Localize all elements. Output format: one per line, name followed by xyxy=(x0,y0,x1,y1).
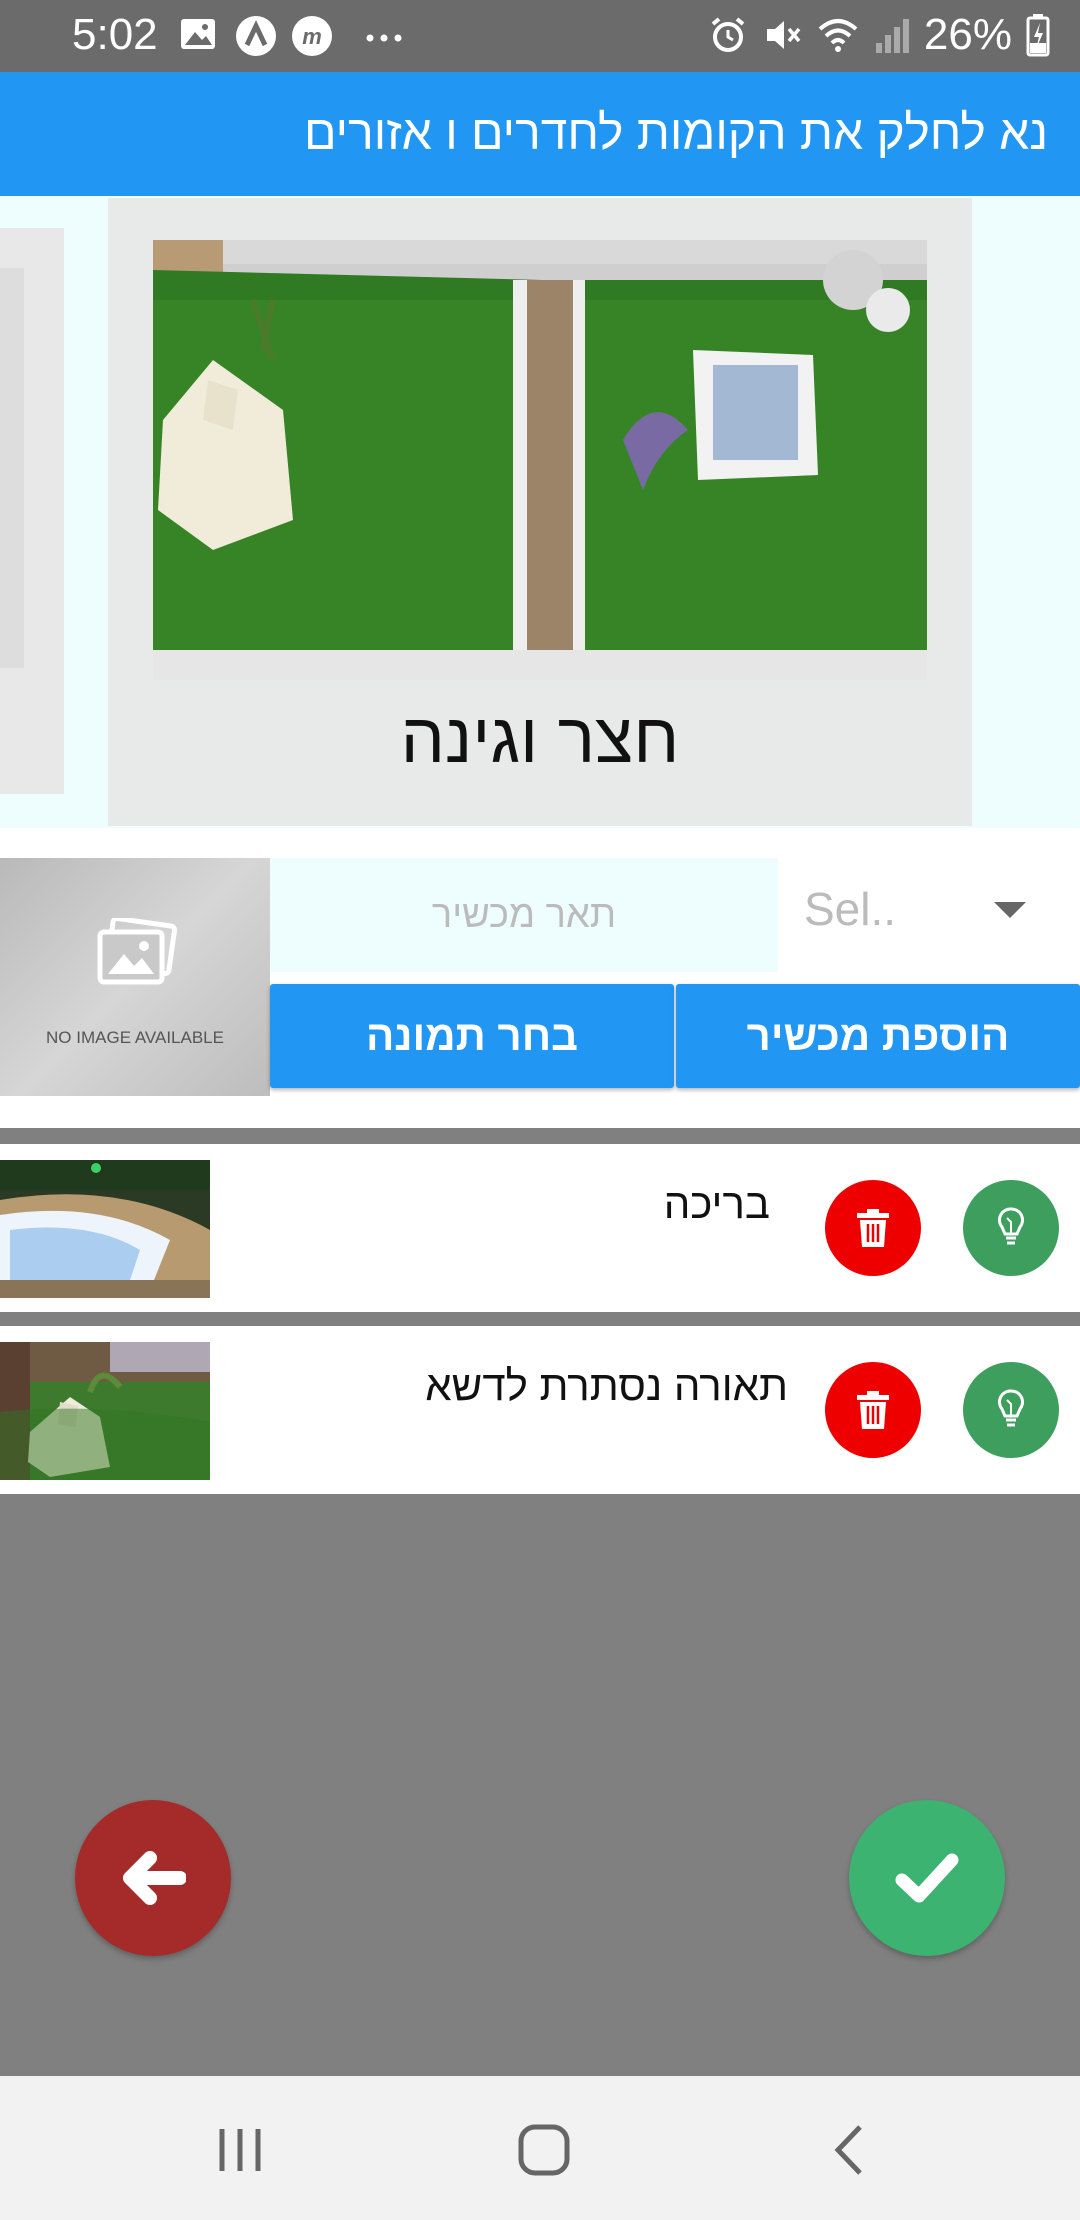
room-image xyxy=(153,240,927,680)
toggle-light-button[interactable] xyxy=(963,1180,1059,1276)
system-nav-bar xyxy=(0,2076,1080,2220)
signal-icon xyxy=(875,19,909,53)
recent-apps-icon xyxy=(219,2129,261,2171)
toggle-light-button[interactable] xyxy=(963,1362,1059,1458)
battery-percent: 26% xyxy=(923,10,1012,59)
chevron-down-icon xyxy=(994,902,1026,918)
device-image xyxy=(0,1160,210,1298)
trash-icon xyxy=(857,1209,889,1247)
status-time: 5:02 xyxy=(72,10,158,59)
add-device-button[interactable]: הוספת מכשיר xyxy=(676,984,1080,1088)
alarm-icon xyxy=(711,17,745,52)
room-carousel[interactable]: חצר וגינה xyxy=(0,196,1080,828)
status-bar: 5:02 m 26% xyxy=(0,0,1080,72)
device-type-select[interactable]: Sel.. xyxy=(778,858,1080,958)
delete-device-button[interactable] xyxy=(825,1362,921,1458)
svg-text:m: m xyxy=(302,24,322,49)
app-bar: נא לחלק את הקומות לחדרים ו אזורים xyxy=(0,72,1080,196)
lightbulb-icon xyxy=(997,1389,1025,1427)
device-row: בריכה xyxy=(0,1144,1080,1312)
trash-icon xyxy=(857,1391,889,1429)
nav-back-button[interactable] xyxy=(820,2120,880,2180)
delete-device-button[interactable] xyxy=(825,1180,921,1276)
lightbulb-icon xyxy=(997,1207,1025,1245)
more-icon xyxy=(366,34,402,42)
arrow-left-icon xyxy=(123,1851,186,1905)
previous-room-card[interactable] xyxy=(0,228,64,794)
divider xyxy=(0,1130,1080,1144)
no-image-caption: NO IMAGE AVAILABLE xyxy=(46,1028,224,1047)
wifi-icon xyxy=(818,19,858,52)
recent-apps-button[interactable] xyxy=(210,2120,270,2180)
confirm-button[interactable] xyxy=(849,1800,1005,1956)
device-image-placeholder: NO IMAGE AVAILABLE xyxy=(0,858,270,1096)
nav-back-icon xyxy=(834,2125,862,2175)
divider xyxy=(0,1312,1080,1326)
back-button[interactable] xyxy=(75,1800,231,1956)
a-icon xyxy=(236,16,276,56)
mute-icon xyxy=(766,21,801,49)
pick-image-button[interactable]: בחר תמונה xyxy=(270,984,674,1088)
device-row: תאורה נסתרת לדשא xyxy=(0,1326,1080,1494)
room-name: חצר וגינה xyxy=(400,699,680,777)
room-card[interactable]: חצר וגינה xyxy=(108,198,972,826)
device-type-select-value: Sel.. xyxy=(804,883,897,935)
page-title: נא לחלק את הקומות לחדרים ו אזורים xyxy=(304,107,1048,160)
m-icon: m xyxy=(292,16,332,56)
image-icon xyxy=(181,19,215,49)
no-image-icon xyxy=(97,918,178,985)
device-image xyxy=(0,1342,210,1480)
checkmark-icon xyxy=(895,1853,959,1903)
home-button[interactable] xyxy=(514,2120,574,2180)
device-name: תאורה נסתרת לדשא xyxy=(425,1362,788,1409)
add-device-form: NO IMAGE AVAILABLE Sel.. בחר תמונה הוספת… xyxy=(0,828,1080,1128)
home-icon xyxy=(518,2124,570,2176)
previous-room-image xyxy=(0,268,24,668)
device-description-input[interactable] xyxy=(270,858,778,972)
device-name: בריכה xyxy=(663,1180,770,1227)
battery-icon xyxy=(1026,14,1050,57)
